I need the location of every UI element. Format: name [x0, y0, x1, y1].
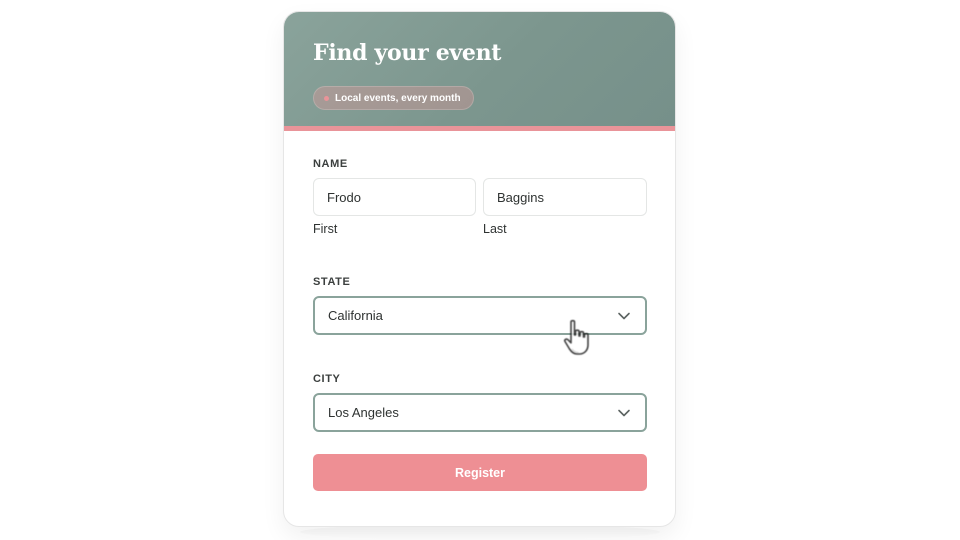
badge-dot-icon [324, 95, 329, 101]
city-select-value: Los Angeles [328, 405, 399, 420]
page: Find your event Local events, every mont… [0, 0, 960, 540]
hand-pointer-icon [563, 319, 589, 355]
page-title: Find your event [313, 40, 502, 66]
first-name-input[interactable]: Frodo [313, 178, 476, 216]
badge-text: Local events, every month [335, 92, 461, 104]
state-select-value: California [328, 308, 383, 323]
first-name-caption: First [313, 222, 338, 236]
event-form-card: Find your event Local events, every mont… [283, 11, 676, 527]
tagline-badge: Local events, every month [313, 86, 474, 110]
state-section-label: STATE [313, 276, 351, 288]
last-name-caption: Last [483, 222, 507, 236]
city-section-label: CITY [313, 373, 341, 385]
register-button[interactable]: Register [313, 454, 647, 491]
last-name-input[interactable]: Baggins [483, 178, 647, 216]
card-header: Find your event Local events, every mont… [284, 12, 675, 127]
city-select[interactable]: Los Angeles [313, 393, 647, 432]
chevron-down-icon [618, 409, 630, 416]
chevron-down-icon [618, 312, 630, 319]
header-accent-bar [284, 126, 675, 131]
name-section-label: NAME [313, 158, 348, 170]
